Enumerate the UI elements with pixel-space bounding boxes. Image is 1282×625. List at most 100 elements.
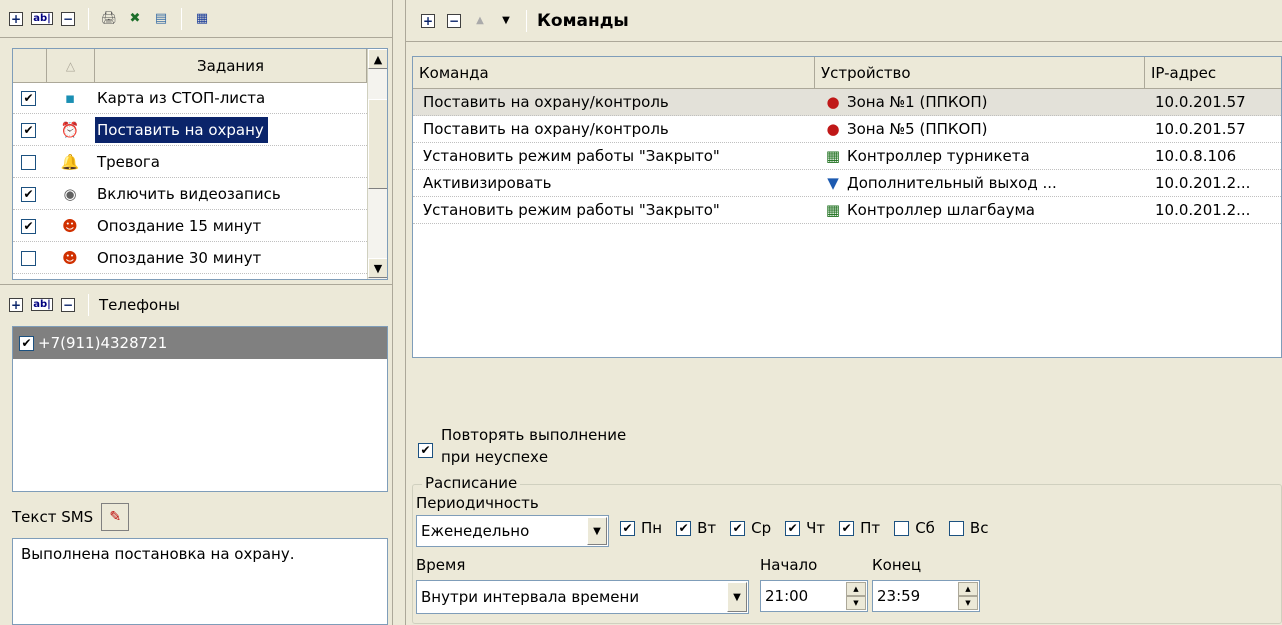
start-spin-buttons[interactable]: ▲ ▼	[846, 582, 866, 610]
task-checkbox[interactable]	[21, 154, 36, 170]
minus-icon: −	[61, 297, 75, 312]
sms-textarea[interactable]: Выполнена постановка на охрану.	[12, 538, 388, 625]
alarm-clock-icon: ⏰	[60, 121, 80, 139]
scroll-up-button[interactable]: ▲	[368, 49, 387, 69]
command-row[interactable]: Активизировать ▼ Дополнительный выход ... 1…	[413, 170, 1281, 197]
command-cell: Установить режим работы "Закрыто"	[423, 201, 720, 219]
command-row[interactable]: Установить режим работы "Закрыто" ▦ Контро…	[413, 143, 1281, 170]
sort-ascending-icon: △	[65, 58, 76, 73]
spin-up-icon[interactable]: ▲	[846, 582, 866, 596]
sort-column-header[interactable]: △	[47, 49, 95, 82]
toolbar-separator	[181, 7, 182, 30]
template-icon: ✎	[109, 509, 122, 525]
arrow-down-icon: ▼	[502, 15, 510, 26]
retry-checkbox[interactable]: ✔	[418, 442, 433, 458]
task-row[interactable]: ✔ ◉ Включить видеозапись	[13, 179, 367, 210]
printer-icon: 🖨	[100, 11, 118, 26]
scroll-down-button[interactable]: ▼	[368, 258, 387, 278]
end-time-spinner[interactable]: 23:59 ▲ ▼	[872, 580, 980, 612]
weekday-checkbox[interactable]: ✔	[785, 520, 801, 536]
ip-column-label: IP-адрес	[1151, 63, 1217, 82]
weekday-option[interactable]: ✔ Ср	[730, 519, 771, 537]
dropdown-arrow-icon[interactable]: ▼	[587, 517, 607, 545]
task-label: Опоздание 15 минут	[97, 217, 262, 235]
spin-down-icon[interactable]: ▼	[958, 596, 978, 610]
toolbar-separator	[88, 293, 89, 316]
weekday-option[interactable]: ✔ Пт	[839, 519, 880, 537]
vertical-splitter[interactable]	[392, 0, 406, 625]
delete-task-button[interactable]: −	[58, 9, 78, 29]
task-checkbox[interactable]: ✔	[21, 90, 36, 106]
task-checkbox[interactable]	[21, 250, 36, 266]
dropdown-arrow-icon[interactable]: ▼	[727, 582, 747, 612]
task-row[interactable]: ✔ ⏰ Поставить на охрану	[13, 115, 367, 146]
ip-cell: 10.0.201.2...	[1155, 201, 1251, 219]
tasks-scrollbar[interactable]: ▲ ▼	[367, 49, 387, 279]
arrow-up-icon: ▲	[476, 15, 484, 26]
rename-task-button[interactable]: ab|	[31, 9, 53, 29]
weekday-checkbox[interactable]: ✔	[839, 520, 855, 536]
weekday-option[interactable]: Вс	[948, 519, 989, 537]
scroll-thumb[interactable]	[368, 99, 387, 189]
print-button[interactable]: 🖨	[99, 9, 119, 29]
retry-option[interactable]: ✔ Повторять выполнение при неуспехе	[418, 420, 738, 472]
phone-row[interactable]: ✔ +7(911)4328721	[13, 327, 387, 359]
start-time-spinner[interactable]: 21:00 ▲ ▼	[760, 580, 868, 612]
right-panel: + − ▲ ▼ Команды Команда Устройство IP-ад…	[406, 0, 1282, 625]
task-row[interactable]: ☻ Опоздание 30 минут	[13, 243, 367, 274]
task-label: Опоздание 30 минут	[97, 249, 262, 267]
command-column-header[interactable]: Команда	[413, 57, 815, 88]
weekday-checkbox[interactable]	[948, 520, 964, 536]
weekday-checkbox[interactable]	[894, 520, 910, 536]
move-up-button[interactable]: ▲	[470, 11, 490, 31]
export-excel-button[interactable]: ✖	[125, 9, 145, 29]
weekday-checkbox[interactable]: ✔	[676, 520, 692, 536]
periodicity-label: Периодичность	[416, 494, 539, 512]
rename-icon: ab|	[31, 12, 53, 25]
add-phone-button[interactable]: +	[6, 295, 26, 315]
delete-command-button[interactable]: −	[444, 11, 464, 31]
insert-template-button[interactable]: ✎	[101, 503, 130, 531]
late-person-icon: ☻	[62, 217, 78, 235]
task-checkbox[interactable]: ✔	[21, 186, 36, 202]
end-spin-buttons[interactable]: ▲ ▼	[958, 582, 978, 610]
weekday-checkbox[interactable]: ✔	[620, 520, 635, 536]
spin-down-icon[interactable]: ▼	[846, 596, 866, 610]
weekday-option[interactable]: ✔ Пн	[620, 519, 662, 537]
phone-checkbox[interactable]: ✔	[19, 335, 34, 351]
device-button[interactable]: ▦	[192, 9, 212, 29]
check-column-header[interactable]	[13, 49, 47, 82]
delete-phone-button[interactable]: −	[58, 295, 78, 315]
task-checkbox[interactable]: ✔	[21, 122, 36, 138]
rename-phone-button[interactable]: ab|	[31, 295, 53, 315]
task-label: Поставить на охрану	[94, 116, 269, 144]
weekday-option[interactable]: ✔ Вт	[676, 519, 716, 537]
tasks-column-header[interactable]: Задания	[95, 49, 367, 82]
task-row[interactable]: ✔ ▪ Карта из СТОП-листа	[13, 83, 367, 114]
add-task-button[interactable]: +	[6, 9, 26, 29]
sms-text: Выполнена постановка на охрану.	[21, 545, 295, 563]
weekday-option[interactable]: ✔ Чт	[785, 519, 825, 537]
command-row[interactable]: Поставить на охрану/контроль ● Зона №5 (ПП…	[413, 116, 1281, 143]
sms-label: Текст SMS	[12, 508, 94, 526]
spin-up-icon[interactable]: ▲	[958, 582, 978, 596]
device-column-header[interactable]: Устройство	[815, 57, 1145, 88]
add-command-button[interactable]: +	[418, 11, 438, 31]
weekday-checkboxes: ✔ Пн ✔ Вт ✔ Ср ✔ Чт ✔ Пт Сб Вс	[620, 514, 1140, 542]
weekday-option[interactable]: Сб	[894, 519, 935, 537]
command-row[interactable]: Поставить на охрану/контроль ● Зона №1 (ПП…	[413, 89, 1281, 116]
export-button[interactable]: ▤	[151, 9, 171, 29]
ip-column-header[interactable]: IP-адрес	[1145, 57, 1281, 88]
task-row[interactable]: ✔ ☻ Опоздание 15 минут	[13, 211, 367, 242]
task-checkbox[interactable]: ✔	[21, 218, 36, 234]
time-mode-select[interactable]: Внутри интервала времени ▼	[416, 580, 749, 614]
task-row[interactable]: 🔔 Тревога	[13, 147, 367, 178]
command-row[interactable]: Установить режим работы "Закрыто" ▦ Контро…	[413, 197, 1281, 224]
weekday-label: Вс	[969, 519, 989, 537]
video-record-icon: ◉	[63, 185, 77, 203]
late-person-icon: ☻	[62, 249, 78, 267]
move-down-button[interactable]: ▼	[496, 11, 516, 31]
periodicity-select[interactable]: Еженедельно ▼	[416, 515, 609, 547]
command-column-label: Команда	[419, 63, 489, 82]
weekday-checkbox[interactable]: ✔	[730, 520, 746, 536]
